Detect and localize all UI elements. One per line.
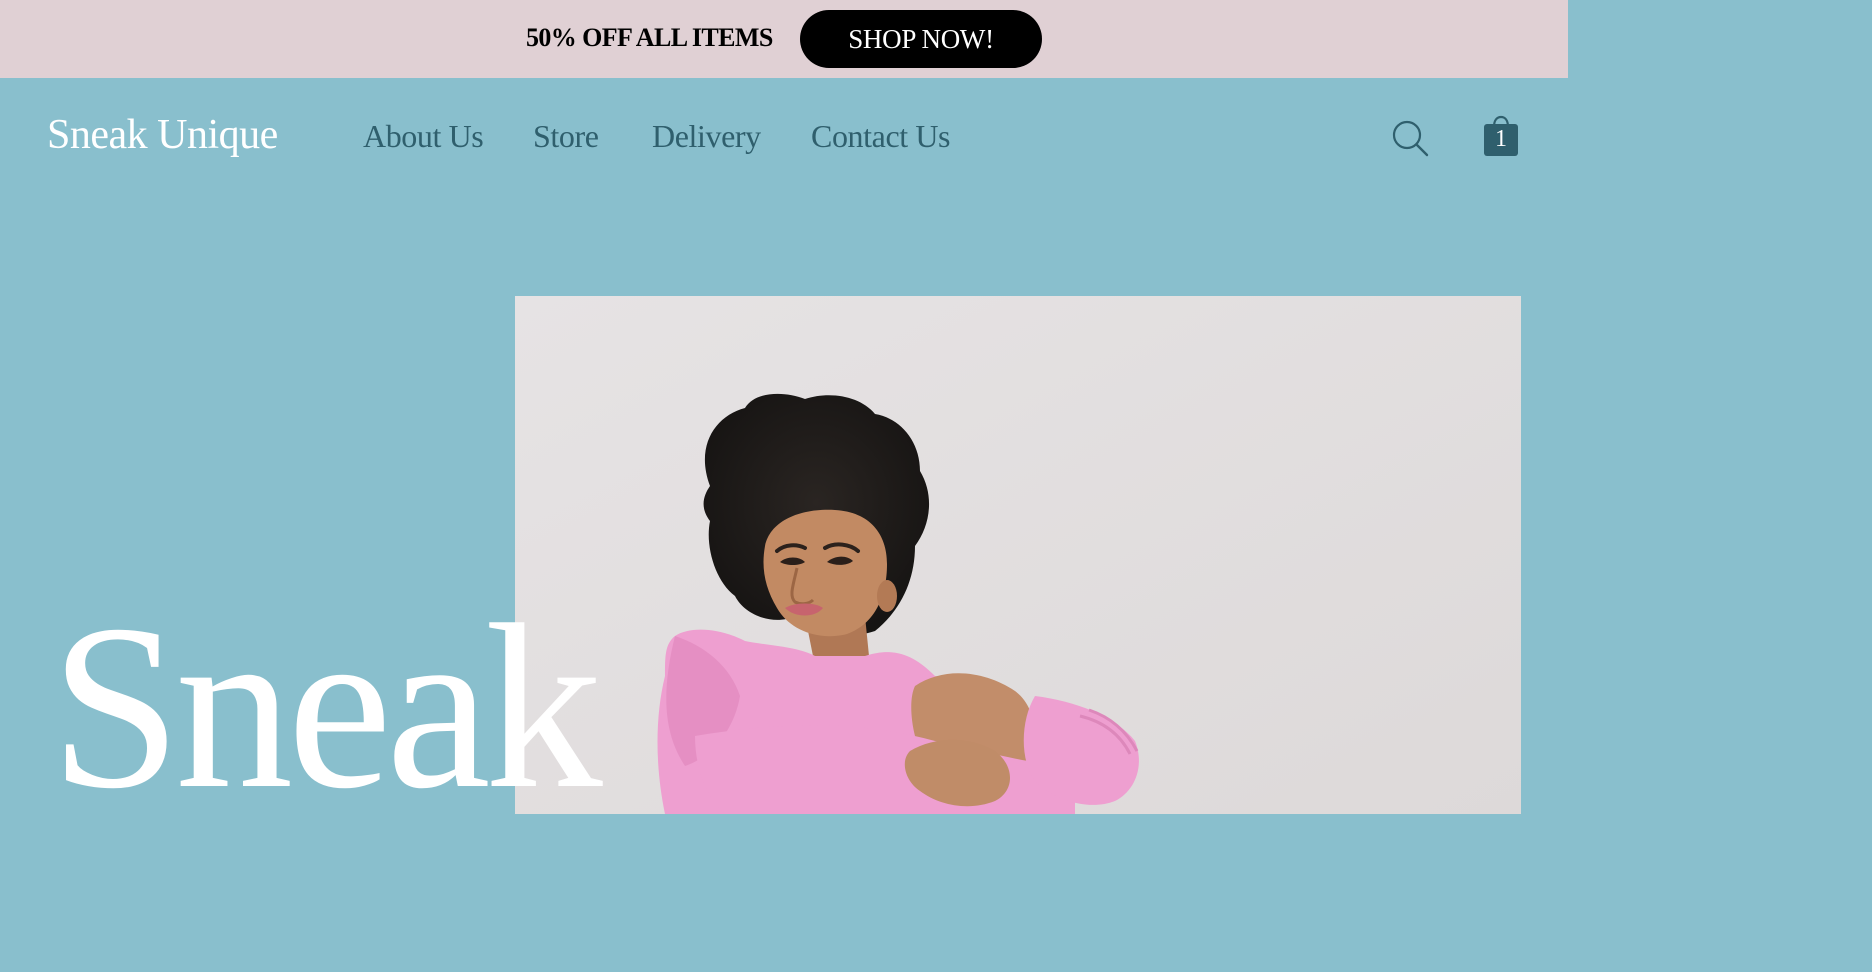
nav-about-us[interactable]: About Us — [363, 116, 484, 156]
cart-count-badge: 1 — [1495, 126, 1507, 152]
hero-image — [515, 296, 1521, 814]
site-logo[interactable]: Sneak Unique — [47, 110, 278, 160]
hero-photo — [515, 296, 1521, 814]
nav-delivery[interactable]: Delivery — [652, 116, 761, 156]
search-icon — [1392, 120, 1429, 157]
promo-text: 50% OFF ALL ITEMS — [526, 23, 773, 52]
promo-banner: 50% OFF ALL ITEMS SHOP NOW! — [0, 0, 1568, 78]
site-header: Sneak Unique About Us Store Delivery Con… — [0, 78, 1568, 196]
search-button[interactable] — [1390, 118, 1430, 158]
nav-store[interactable]: Store — [533, 116, 599, 156]
hero-title: Sneak — [50, 577, 603, 838]
nav-contact-us[interactable]: Contact Us — [811, 116, 951, 156]
cart-button[interactable]: 1 — [1482, 114, 1520, 158]
shop-now-button[interactable]: SHOP NOW! — [800, 10, 1042, 68]
